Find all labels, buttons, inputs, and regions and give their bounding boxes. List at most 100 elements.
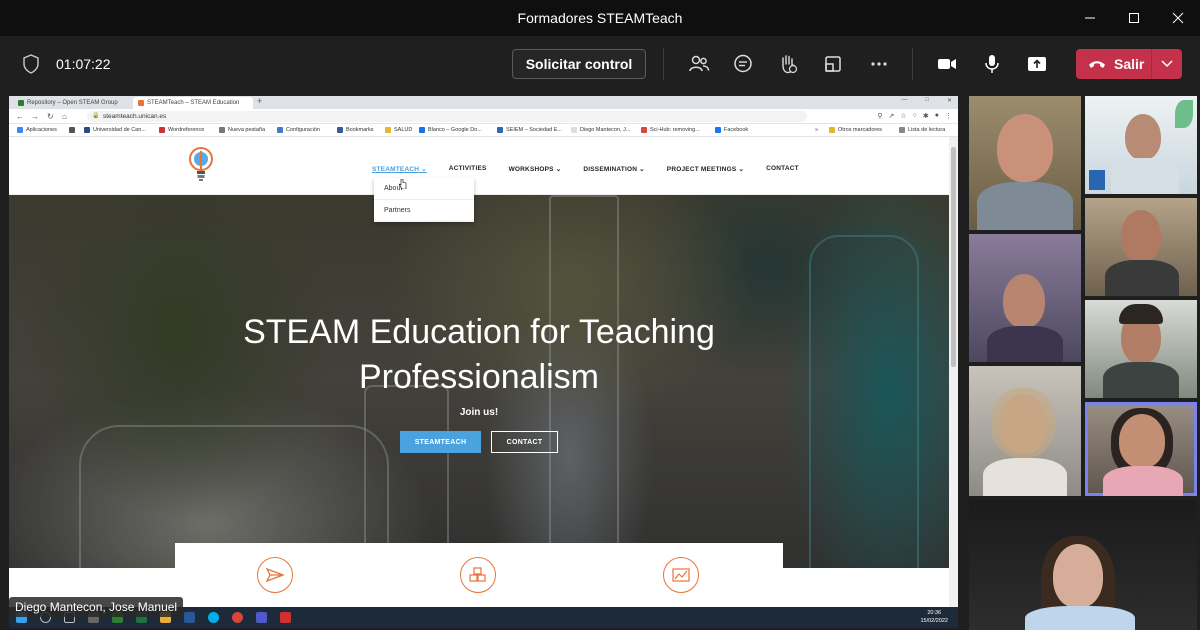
nav-dropdown-menu: About Partners: [374, 178, 474, 222]
bookmark-item[interactable]: Configuración: [277, 127, 320, 133]
nav-contact[interactable]: CONTACT: [766, 165, 799, 173]
close-icon[interactable]: ✕: [947, 97, 952, 104]
camera-icon[interactable]: [935, 52, 959, 76]
rooms-icon[interactable]: [821, 52, 845, 76]
browser-toolbar: ← → ↻ ⌂ 🔒 steamteach.unican.es ⚲ ↗ ☆ ○ ✱…: [9, 109, 958, 124]
participant-video[interactable]: [969, 234, 1081, 362]
hang-up-icon: [1089, 61, 1105, 68]
hero-title: STEAM Education for Teaching Professiona…: [243, 313, 715, 396]
home-icon[interactable]: ⌂: [62, 112, 67, 121]
bookmark-item[interactable]: Sci-Hub: removing...: [641, 127, 700, 133]
reading-list[interactable]: Lista de lectura: [899, 127, 945, 133]
bookmark-item[interactable]: SEIEM – Sociedad E...: [497, 127, 562, 133]
chevron-right-icon[interactable]: »: [815, 127, 818, 133]
shield-icon[interactable]: [22, 54, 40, 74]
bookmark-item[interactable]: Bookmarks: [337, 127, 374, 133]
bookmark-item[interactable]: Nueva pestaña: [219, 127, 265, 133]
browser-tab-active[interactable]: STEAMTeach – STEAM Education: [133, 97, 253, 109]
cubes-icon: [460, 557, 496, 593]
maximize-icon[interactable]: [1112, 0, 1156, 36]
participant-video-active-speaker[interactable]: [1085, 402, 1197, 496]
reload-icon[interactable]: ↻: [47, 112, 54, 121]
leave-button[interactable]: Salir: [1076, 49, 1182, 79]
paper-plane-icon: [257, 557, 293, 593]
mic-icon[interactable]: [980, 52, 1004, 76]
window-title: Formadores STEAMTeach: [517, 10, 683, 26]
menu-icon[interactable]: ⋮: [945, 112, 952, 120]
forward-icon[interactable]: →: [31, 112, 39, 121]
chat-icon[interactable]: [731, 52, 755, 76]
chrome-icon[interactable]: [232, 612, 243, 623]
leave-label: Salir: [1114, 56, 1145, 72]
share-icon[interactable]: ↗: [889, 112, 895, 120]
page-scrollbar[interactable]: [949, 137, 958, 607]
bookmark-folder[interactable]: Otros marcadores: [829, 127, 882, 133]
hero-banner: STEAM Education for Teaching Professiona…: [9, 195, 949, 568]
request-control-button[interactable]: Solicitar control: [512, 49, 646, 79]
meeting-toolbar: 01:07:22 Solicitar control Salir: [0, 36, 1200, 94]
bookmark-item[interactable]: Universidad de Can...: [84, 127, 146, 133]
lightbulb-logo-icon[interactable]: [189, 145, 213, 183]
browser-tab-strip: Repository – Open STEAM Group STEAMTeach…: [9, 96, 958, 109]
nav-project-meetings[interactable]: PROJECT MEETINGS ⌄: [667, 165, 744, 173]
chevron-down-icon[interactable]: [1152, 49, 1182, 79]
participant-video[interactable]: [1085, 300, 1197, 398]
join-us-text: Join us!: [459, 407, 499, 418]
people-icon[interactable]: [687, 52, 711, 76]
new-tab-icon[interactable]: +: [257, 96, 262, 106]
participant-video[interactable]: [1085, 96, 1197, 194]
nav-activities[interactable]: ACTIVITIES: [449, 165, 487, 173]
more-icon[interactable]: [867, 52, 891, 76]
acrobat-icon[interactable]: [280, 612, 291, 623]
skype-icon[interactable]: [208, 612, 219, 623]
profile-icon[interactable]: ●: [935, 112, 939, 120]
participant-video[interactable]: [969, 96, 1081, 230]
bookmark-item[interactable]: [69, 127, 75, 133]
contact-button[interactable]: CONTACT: [491, 431, 558, 453]
shared-screen: Repository – Open STEAM Group STEAMTeach…: [9, 96, 958, 628]
toolbar-divider: [912, 48, 913, 80]
star-icon[interactable]: ☆: [900, 112, 906, 120]
bookmark-item[interactable]: Diego Mantecon, J...: [571, 127, 630, 133]
dropdown-item-about[interactable]: About: [374, 178, 474, 200]
puzzle-icon[interactable]: ✱: [923, 112, 929, 120]
presenter-name-label: Diego Mantecon, Jose Manuel: [9, 597, 184, 617]
scrollbar-thumb[interactable]: [951, 147, 956, 367]
minimize-icon[interactable]: [1068, 0, 1112, 36]
bookmark-item[interactable]: Wordreference: [159, 127, 204, 133]
raise-hand-icon[interactable]: [776, 52, 800, 76]
site-header: STEAMTEACH ⌄ ACTIVITIES WORKSHOPS ⌄ DISS…: [9, 137, 949, 195]
favicon-icon: [18, 100, 24, 106]
url-text: steamteach.unican.es: [103, 113, 167, 120]
chart-icon: [663, 557, 699, 593]
steamteach-button[interactable]: STEAMTEACH: [400, 431, 481, 453]
participant-video[interactable]: [969, 366, 1081, 496]
nav-steamteach[interactable]: STEAMTEACH ⌄: [372, 165, 427, 173]
dropdown-item-partners[interactable]: Partners: [374, 200, 474, 222]
bookmark-item[interactable]: Aplicaciones: [17, 127, 57, 133]
minimize-icon[interactable]: —: [901, 97, 907, 104]
participant-video[interactable]: [1085, 198, 1197, 296]
favicon-icon: [138, 100, 144, 106]
bookmark-item[interactable]: Facebook: [715, 127, 748, 133]
bookmark-item[interactable]: Blanco – Google Do...: [419, 127, 482, 133]
nav-dissemination[interactable]: DISSEMINATION ⌄: [583, 165, 644, 173]
taskbar-clock: 20:36 15/02/2022: [920, 610, 948, 624]
nav-workshops[interactable]: WORKSHOPS ⌄: [509, 165, 562, 173]
teams-icon[interactable]: [256, 612, 267, 623]
word-icon[interactable]: [184, 612, 195, 623]
back-icon[interactable]: ←: [16, 112, 24, 121]
maximize-icon[interactable]: □: [925, 97, 929, 104]
search-icon[interactable]: ⚲: [877, 112, 882, 120]
browser-tab[interactable]: Repository – Open STEAM Group: [13, 97, 131, 109]
bookmarks-bar: Aplicaciones Universidad de Can... Wordr…: [9, 125, 958, 137]
logo-leaf-icon: [1175, 100, 1193, 128]
title-bar: Formadores STEAMTeach: [0, 0, 1200, 36]
share-screen-icon[interactable]: [1025, 52, 1049, 76]
site-navigation: STEAMTEACH ⌄ ACTIVITIES WORKSHOPS ⌄ DISS…: [372, 165, 821, 173]
participant-video[interactable]: [969, 500, 1197, 630]
close-icon[interactable]: [1156, 0, 1200, 36]
bookmark-item[interactable]: SALUD: [385, 127, 412, 133]
extension-icon[interactable]: ○: [913, 112, 917, 120]
address-bar[interactable]: 🔒 steamteach.unican.es: [87, 111, 807, 122]
